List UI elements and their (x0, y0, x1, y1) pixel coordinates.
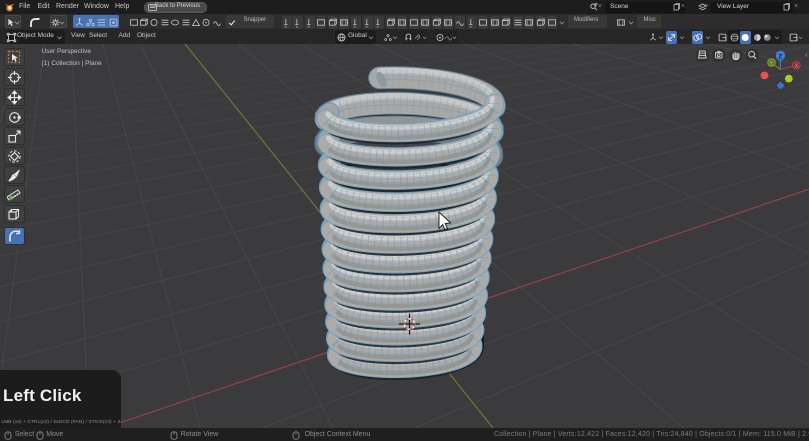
svg-text:‹: ‹ (805, 50, 808, 59)
svg-text:Y: Y (770, 61, 774, 67)
svg-text:X: X (795, 64, 799, 70)
svg-text:Z: Z (778, 53, 782, 60)
